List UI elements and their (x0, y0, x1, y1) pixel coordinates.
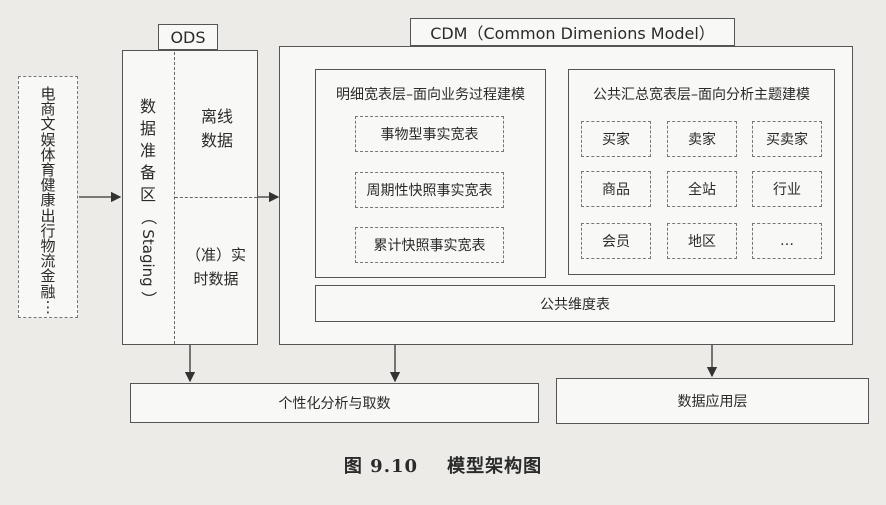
detail-item-periodic-snapshot: 周期性快照事实宽表 (355, 172, 504, 208)
staging-char: （ (139, 208, 158, 225)
summary-cell-label: … (780, 233, 794, 249)
summary-cell-label: 商品 (602, 182, 630, 198)
personalized-analysis-box: 个性化分析与取数 (130, 383, 539, 423)
data-application-layer-box: 数据应用层 (556, 378, 869, 424)
staging-char: ） (139, 290, 158, 307)
summary-cell-label: 全站 (688, 182, 716, 198)
summary-cell-label: 行业 (773, 182, 801, 198)
ods-title: ODS (158, 24, 218, 50)
offline-line: 数据 (200, 131, 233, 150)
summary-cell-seller: 卖家 (667, 121, 737, 157)
summary-cell-label: 会员 (602, 234, 630, 250)
staging-char: 据 (139, 119, 156, 138)
ods-divider-vertical (174, 52, 175, 344)
source-list: 电 商 文 娱 体 育 健 康 出 行 物 流 金 融 ⋮ (36, 86, 60, 316)
figure-caption: 图 9.10 模型架构图 (343, 456, 543, 477)
summary-cell-label: 地区 (688, 234, 716, 250)
summary-cell-buyer-seller: 买卖家 (752, 121, 822, 157)
summary-cell-product: 商品 (581, 171, 651, 207)
ods-title-label: ODS (170, 27, 206, 47)
data-application-layer-label: 数据应用层 (677, 394, 748, 410)
detail-layer-title: 明细宽表层–面向业务过程建模 (336, 87, 525, 103)
summary-cell-label: 买家 (602, 132, 630, 148)
staging-latin: Staging (139, 229, 157, 287)
summary-cell-site: 全站 (667, 171, 737, 207)
summary-cell-label: 买卖家 (766, 132, 808, 148)
summary-cell-label: 卖家 (688, 132, 716, 148)
cdm-title-label: CDM（Common Dimenions Model） (430, 24, 715, 43)
summary-cell-more: … (752, 223, 822, 259)
realtime-line: （准）实 (185, 246, 246, 264)
detail-item-transaction: 事物型事实宽表 (355, 116, 504, 152)
ods-divider-horizontal (175, 197, 257, 198)
summary-cell-region: 地区 (667, 223, 737, 259)
common-dimension-table: 公共维度表 (315, 285, 835, 322)
summary-cell-member: 会员 (581, 223, 651, 259)
detail-item-label: 周期性快照事实宽表 (366, 183, 493, 199)
staging-area-label: 数 据 准 备 区 （ Staging ） (134, 96, 162, 310)
offline-data-label: 离线 数据 (180, 105, 254, 153)
realtime-line: 时数据 (193, 270, 239, 288)
summary-cell-buyer: 买家 (581, 121, 651, 157)
detail-item-accumulating-snapshot: 累计快照事实宽表 (355, 227, 504, 263)
summary-layer-title: 公共汇总宽表层–面向分析主题建模 (593, 87, 810, 103)
staging-char: 数 (139, 97, 156, 116)
source-char: ⋮ (40, 297, 56, 316)
detail-item-label: 累计快照事实宽表 (373, 238, 486, 254)
common-dimension-label: 公共维度表 (540, 296, 610, 313)
summary-cell-industry: 行业 (752, 171, 822, 207)
realtime-data-label: （准）实 时数据 (176, 243, 256, 291)
staging-word: Staging (134, 228, 162, 288)
staging-char: 准 (139, 141, 156, 160)
detail-item-label: 事物型事实宽表 (380, 127, 479, 143)
cdm-title: CDM（Common Dimenions Model） (410, 18, 735, 46)
staging-char: 备 (139, 163, 156, 182)
personalized-analysis-label: 个性化分析与取数 (278, 396, 391, 412)
offline-line: 离线 (200, 107, 233, 126)
